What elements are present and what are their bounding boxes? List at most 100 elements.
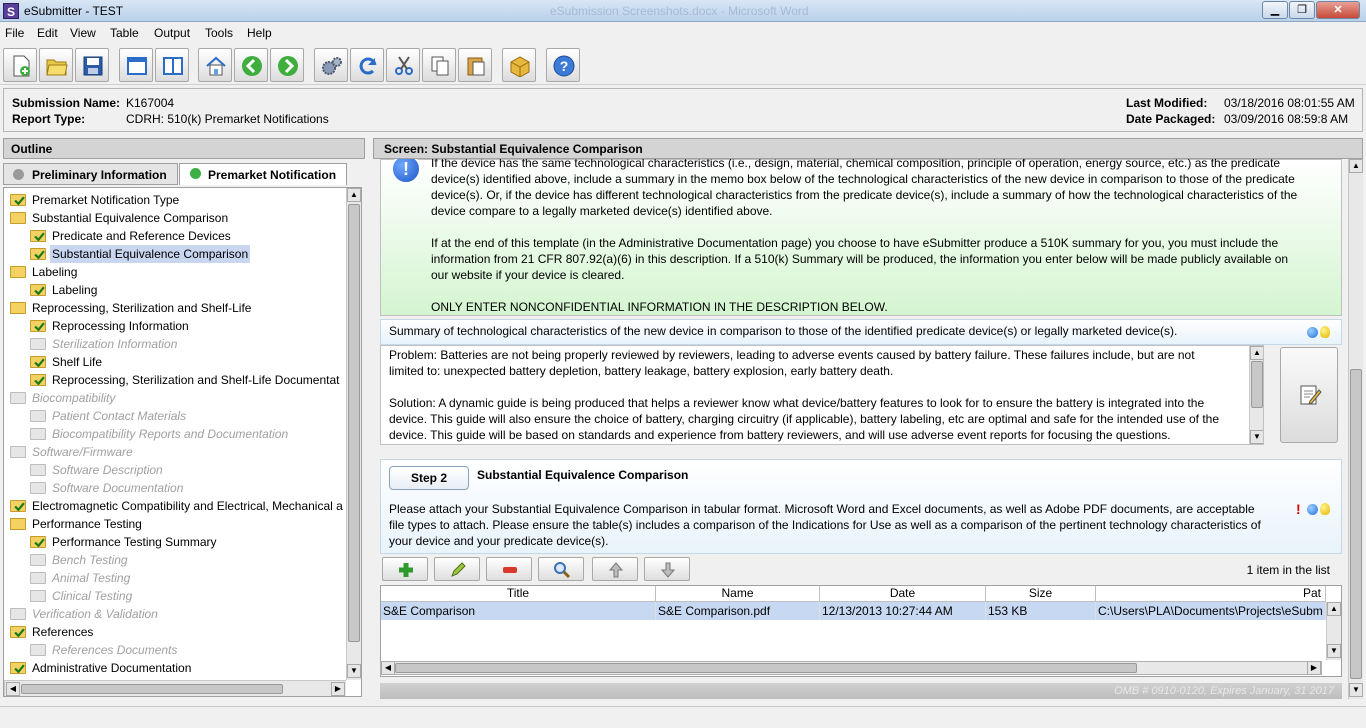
remove-attachment-button[interactable] (486, 557, 532, 581)
memo-line: device. This guide will be based on stan… (389, 428, 1171, 442)
scroll-down-icon[interactable]: ▼ (1349, 683, 1363, 697)
scroll-right-icon[interactable]: ▶ (1307, 661, 1321, 675)
folder-icon (10, 266, 26, 278)
column-header-name[interactable]: Name (656, 586, 820, 602)
minimize-button[interactable]: ▁ (1262, 1, 1288, 19)
window-button[interactable] (119, 48, 153, 82)
outline-tree: Premarket Notification Type Substantial E… (3, 187, 362, 697)
note-text: device(s). Or, if the device has differe… (431, 188, 1298, 202)
column-header-size[interactable]: Size (986, 586, 1096, 602)
menu-bar: File Edit View Table Output Tools Help (0, 23, 1366, 43)
memo-scrollbar[interactable]: ▲ ▼ (1249, 346, 1263, 444)
cell-name: S&E Comparison.pdf (656, 602, 820, 620)
tree-horizontal-scrollbar[interactable]: ◀ ▶ (4, 680, 346, 696)
table-vertical-scrollbar[interactable]: ▲ ▼ (1326, 602, 1341, 660)
tab-premarket-notification[interactable]: Premarket Notification (179, 163, 347, 185)
lightbulb-icon[interactable] (1320, 326, 1330, 338)
help-button[interactable]: ? (546, 48, 580, 82)
scroll-down-icon[interactable]: ▼ (1250, 430, 1263, 444)
add-attachment-button[interactable] (382, 557, 428, 581)
menu-view[interactable]: View (70, 26, 96, 40)
split-window-button[interactable] (155, 48, 189, 82)
tree-item-label: Software Description (52, 463, 163, 477)
screen-scrollbar[interactable]: ▲ ▼ (1348, 159, 1363, 699)
checked-folder-icon (30, 284, 46, 296)
close-button[interactable]: ✕ (1316, 1, 1360, 19)
menu-file[interactable]: File (5, 26, 24, 40)
status-bar (0, 706, 1366, 728)
open-button[interactable] (39, 48, 73, 82)
move-down-button[interactable] (644, 557, 690, 581)
scroll-thumb[interactable] (1251, 361, 1263, 408)
folder-icon (30, 410, 46, 422)
help-icon: ? (553, 55, 575, 77)
tree-item-label: Substantial Equivalence Comparison (50, 245, 251, 263)
cut-button[interactable] (386, 48, 420, 82)
column-header-date[interactable]: Date (820, 586, 986, 602)
scroll-left-icon[interactable]: ◀ (381, 661, 395, 675)
scroll-up-icon[interactable]: ▲ (1250, 346, 1263, 360)
tree-vertical-scrollbar[interactable]: ▲ ▼ (346, 188, 361, 680)
edit-memo-button[interactable] (1280, 347, 1338, 443)
tab-preliminary-information[interactable]: Preliminary Information (3, 163, 178, 185)
scroll-thumb[interactable] (395, 663, 1137, 673)
maximize-button[interactable]: ❐ (1289, 1, 1315, 19)
scroll-down-icon[interactable]: ▼ (1327, 644, 1341, 658)
note-text: ONLY ENTER NONCONFIDENTIAL INFORMATION I… (431, 300, 888, 314)
date-packaged-label: Date Packaged: (1126, 112, 1216, 126)
copy-button[interactable] (422, 48, 456, 82)
menu-help[interactable]: Help (247, 26, 272, 40)
back-button[interactable] (234, 48, 268, 82)
cut-icon (395, 56, 413, 75)
scroll-down-icon[interactable]: ▼ (347, 664, 361, 678)
scroll-up-icon[interactable]: ▲ (347, 188, 361, 202)
folder-icon (30, 644, 46, 656)
tab-label: Premarket Notification (208, 168, 337, 182)
scroll-right-icon[interactable]: ▶ (331, 682, 345, 696)
menu-output[interactable]: Output (154, 26, 190, 40)
package-button[interactable] (502, 48, 536, 82)
memo-line: limited to: unexpected battery depletion… (389, 364, 894, 378)
pencil-icon (451, 562, 466, 577)
save-button[interactable] (75, 48, 109, 82)
move-up-button[interactable] (592, 557, 638, 581)
lightbulb-icon[interactable] (1320, 503, 1330, 515)
report-type-label: Report Type: (12, 112, 86, 126)
description-memo[interactable]: Problem: Batteries are not being properl… (380, 345, 1264, 445)
scroll-thumb[interactable] (1350, 369, 1362, 679)
menu-tools[interactable]: Tools (205, 26, 233, 40)
checked-folder-icon (10, 626, 26, 638)
scroll-thumb[interactable] (348, 204, 360, 642)
scroll-thumb[interactable] (21, 684, 283, 694)
home-button[interactable] (198, 48, 232, 82)
paste-button[interactable] (458, 48, 492, 82)
info-dot-icon[interactable] (1307, 327, 1318, 338)
column-header-title[interactable]: Title (381, 586, 656, 602)
step-2-button[interactable]: Step 2 (389, 466, 469, 490)
memo-line: Problem: Batteries are not being properl… (389, 348, 1195, 362)
refresh-button[interactable] (350, 48, 384, 82)
tree-item-label: Shelf Life (52, 355, 103, 369)
edit-attachment-button[interactable] (434, 557, 480, 581)
table-horizontal-scrollbar[interactable]: ◀ ▶ (380, 661, 1322, 675)
view-attachment-button[interactable] (538, 557, 584, 581)
outline-heading: Outline (3, 138, 365, 159)
new-button[interactable] (3, 48, 37, 82)
menu-table[interactable]: Table (110, 26, 139, 40)
tree-item-label: Bench Testing (52, 553, 128, 567)
menu-edit[interactable]: Edit (37, 26, 58, 40)
scroll-left-icon[interactable]: ◀ (6, 682, 20, 696)
tree-item-label: Performance Testing Summary (52, 535, 217, 549)
settings-button[interactable] (314, 48, 348, 82)
new-document-icon (13, 55, 30, 77)
folder-icon (30, 590, 46, 602)
folder-icon (10, 608, 26, 620)
column-header-path[interactable]: Pat (1096, 586, 1326, 602)
note-text: information from 21 CFR 807.92(a)(6) in … (431, 252, 1289, 266)
tree-item-label: Patient Contact Materials (52, 409, 187, 423)
folder-icon (10, 212, 26, 224)
scroll-up-icon[interactable]: ▲ (1327, 602, 1341, 616)
info-dot-icon[interactable] (1307, 504, 1318, 515)
scroll-up-icon[interactable]: ▲ (1349, 159, 1363, 173)
forward-button[interactable] (270, 48, 304, 82)
